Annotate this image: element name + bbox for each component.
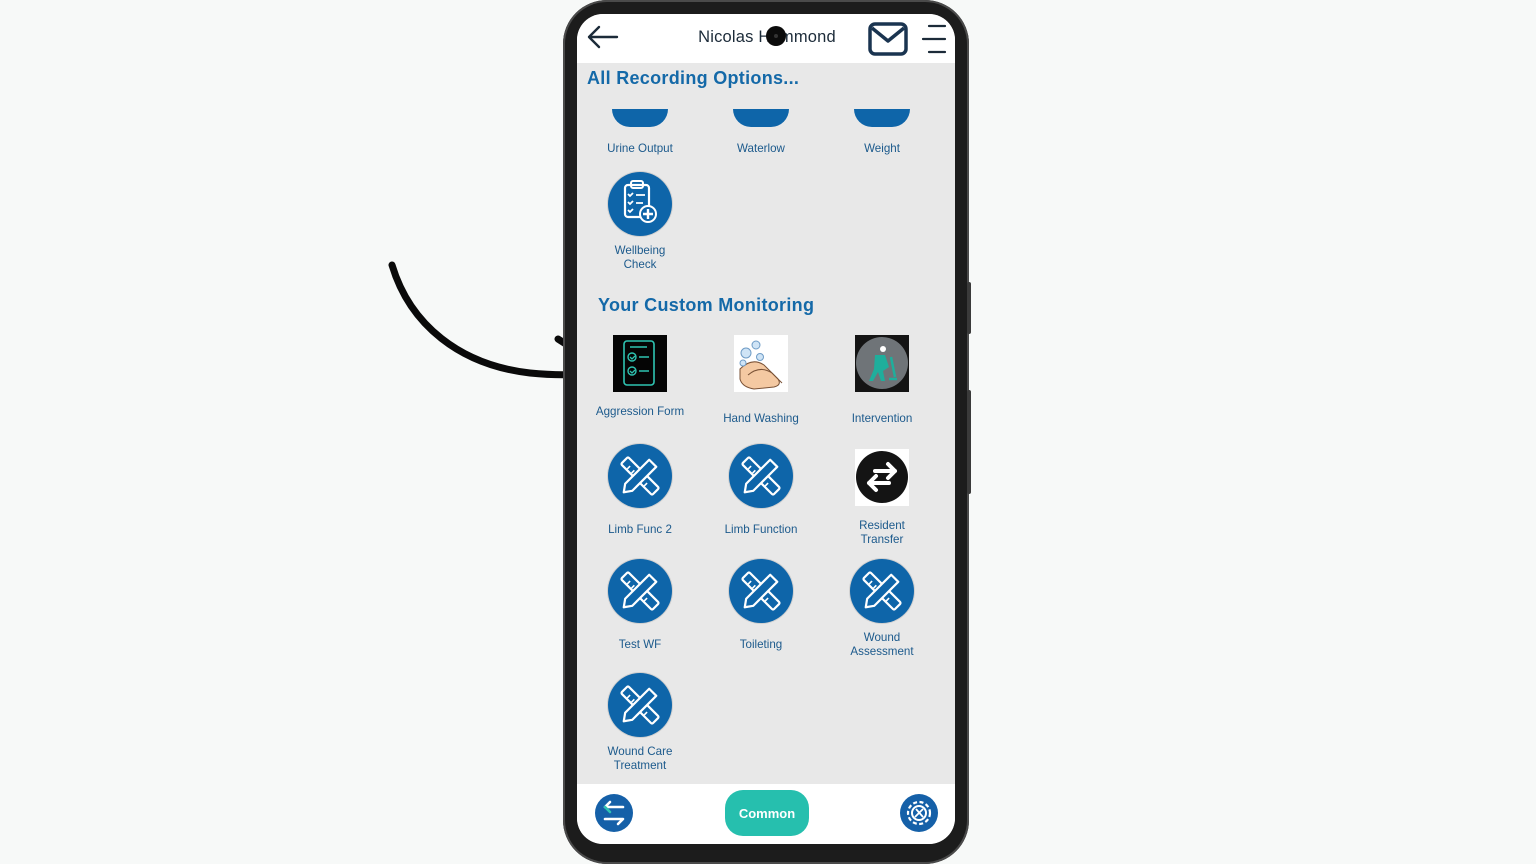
custom-item-aggression-form[interactable]: Aggression Form xyxy=(580,335,700,419)
volume-button xyxy=(967,282,971,334)
hand-washing-icon xyxy=(734,335,788,392)
recording-item-wellbeing-check[interactable]: Wellbeing Check xyxy=(580,172,700,272)
tile-label: Waterlow xyxy=(737,142,785,155)
back-arrow-icon[interactable] xyxy=(585,24,621,50)
custom-item-test-wf[interactable]: Test WF xyxy=(580,559,700,652)
pencil-ruler-icon xyxy=(608,673,672,737)
front-camera xyxy=(766,26,786,46)
custom-item-resident-transfer[interactable]: Resident Transfer xyxy=(822,449,942,547)
tile-label: Intervention xyxy=(851,412,913,425)
custom-item-intervention[interactable]: Intervention xyxy=(822,335,942,426)
tile-label: Limb Func 2 xyxy=(608,523,672,536)
custom-item-hand-washing[interactable]: Hand Washing xyxy=(701,335,821,426)
tile-label: Limb Function xyxy=(724,523,798,536)
recording-item-urine-output[interactable]: Urine Output xyxy=(580,109,700,156)
tile-label: Aggression Form xyxy=(595,405,685,418)
tile-label: Toileting xyxy=(739,638,783,651)
custom-item-limb-function[interactable]: Limb Function xyxy=(701,444,821,537)
blue-circle-icon xyxy=(854,109,910,127)
power-button xyxy=(967,390,971,494)
tile-label: Hand Washing xyxy=(723,412,799,425)
blue-circle-icon xyxy=(733,109,789,127)
envelope-icon[interactable] xyxy=(867,20,909,58)
checklist-form-icon xyxy=(613,335,667,392)
pencil-ruler-icon xyxy=(608,559,672,623)
tile-label: Wellbeing Check xyxy=(614,244,666,271)
custom-item-wound-assessment[interactable]: Wound Assessment xyxy=(822,559,942,659)
custom-item-wound-care-treatment[interactable]: Wound Care Treatment xyxy=(580,673,700,773)
settings-gear-icon[interactable] xyxy=(900,794,938,832)
custom-item-limb-func-2[interactable]: Limb Func 2 xyxy=(580,444,700,537)
blue-circle-icon xyxy=(612,109,668,127)
common-button[interactable]: Common xyxy=(725,790,809,836)
section-title-custom: Your Custom Monitoring xyxy=(598,295,815,315)
tile-label: Wound Care Treatment xyxy=(607,745,673,772)
clipboard-medical-icon xyxy=(608,172,672,236)
tile-label: Urine Output xyxy=(607,142,673,155)
transfer-arrows-icon xyxy=(855,449,909,506)
tile-label: Resident Transfer xyxy=(859,519,905,546)
recording-item-waterlow[interactable]: Waterlow xyxy=(701,109,821,156)
tile-label: Test WF xyxy=(618,638,662,651)
phone-frame: Nicolas Hammond All Recording Options...… xyxy=(563,0,971,864)
custom-item-toileting[interactable]: Toileting xyxy=(701,559,821,652)
tile-label: Wound Assessment xyxy=(850,631,914,658)
recording-item-weight[interactable]: Weight xyxy=(822,109,942,156)
bottom-bar: Common xyxy=(577,784,955,844)
app-screen: Nicolas Hammond All Recording Options...… xyxy=(577,14,955,844)
section-title-recording: All Recording Options... xyxy=(587,68,800,88)
pencil-ruler-icon xyxy=(608,444,672,508)
pencil-ruler-icon xyxy=(729,444,793,508)
pencil-ruler-icon xyxy=(729,559,793,623)
tile-label: Weight xyxy=(864,142,900,155)
pencil-ruler-icon xyxy=(850,559,914,623)
swap-arrows-icon[interactable] xyxy=(595,794,633,832)
intervention-figure-icon xyxy=(855,335,909,392)
hamburger-menu-icon[interactable] xyxy=(921,22,949,56)
